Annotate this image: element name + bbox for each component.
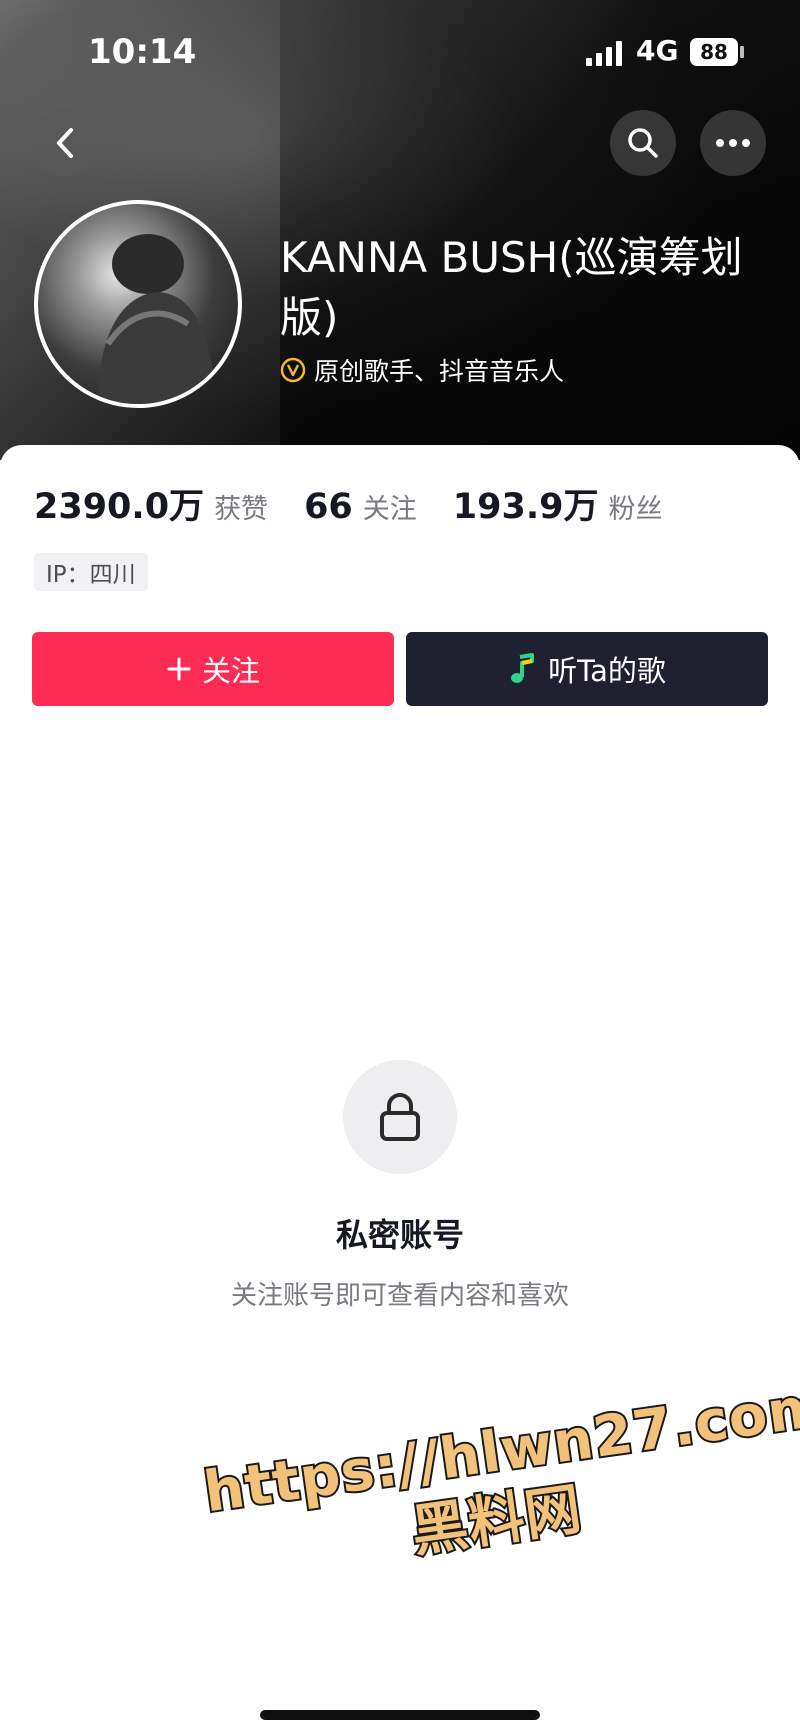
stat-label: 获赞 [214,494,269,525]
listen-songs-label: 听Ta的歌 [548,654,666,688]
stat-likes[interactable]: 2390.0万 获赞 [34,478,268,529]
follow-button[interactable]: 关注 [32,632,394,706]
verification-row: 原创歌手、抖音音乐人 [280,352,564,388]
profile-name: KANNA BUSH(巡演筹划版) [280,233,743,342]
search-icon [628,128,658,158]
avatar[interactable] [34,200,242,408]
home-indicator[interactable] [260,1710,540,1720]
battery-icon: 88 [690,38,738,66]
stat-label: 粉丝 [608,494,663,525]
private-account-description: 关注账号即可查看内容和喜欢 [230,1281,569,1311]
network-label: 4G [636,34,679,67]
status-bar: 10:14 4G 88 [0,0,800,100]
battery-cap [740,46,744,58]
back-button[interactable] [32,110,98,176]
stat-following[interactable]: 66 关注 [304,487,417,527]
stat-value: 66 [304,487,353,527]
lock-icon [380,1093,420,1141]
stats-row: 2390.0万 获赞 66 关注 193.9万 粉丝 [34,478,699,529]
verified-v-icon [280,357,306,383]
status-time: 10:14 [88,32,197,72]
ip-location-tag: IP：四川 [34,553,148,591]
verification-text: 原创歌手、抖音音乐人 [314,357,565,386]
music-note-icon [508,653,538,685]
signal-icon [586,40,624,66]
lock-badge [343,1060,457,1174]
more-icon [716,139,750,147]
listen-songs-button[interactable]: 听Ta的歌 [406,632,768,706]
stat-label: 关注 [362,494,417,525]
plus-icon [166,656,192,682]
stat-followers[interactable]: 193.9万 粉丝 [453,478,663,529]
avatar-photo [98,234,216,404]
search-button[interactable] [610,110,676,176]
more-button[interactable] [700,110,766,176]
back-arrow-icon [57,128,73,158]
stat-value: 2390.0万 [34,487,205,527]
private-account-title: 私密账号 [335,1216,464,1254]
stat-value: 193.9万 [452,487,599,527]
follow-label: 关注 [201,654,260,688]
